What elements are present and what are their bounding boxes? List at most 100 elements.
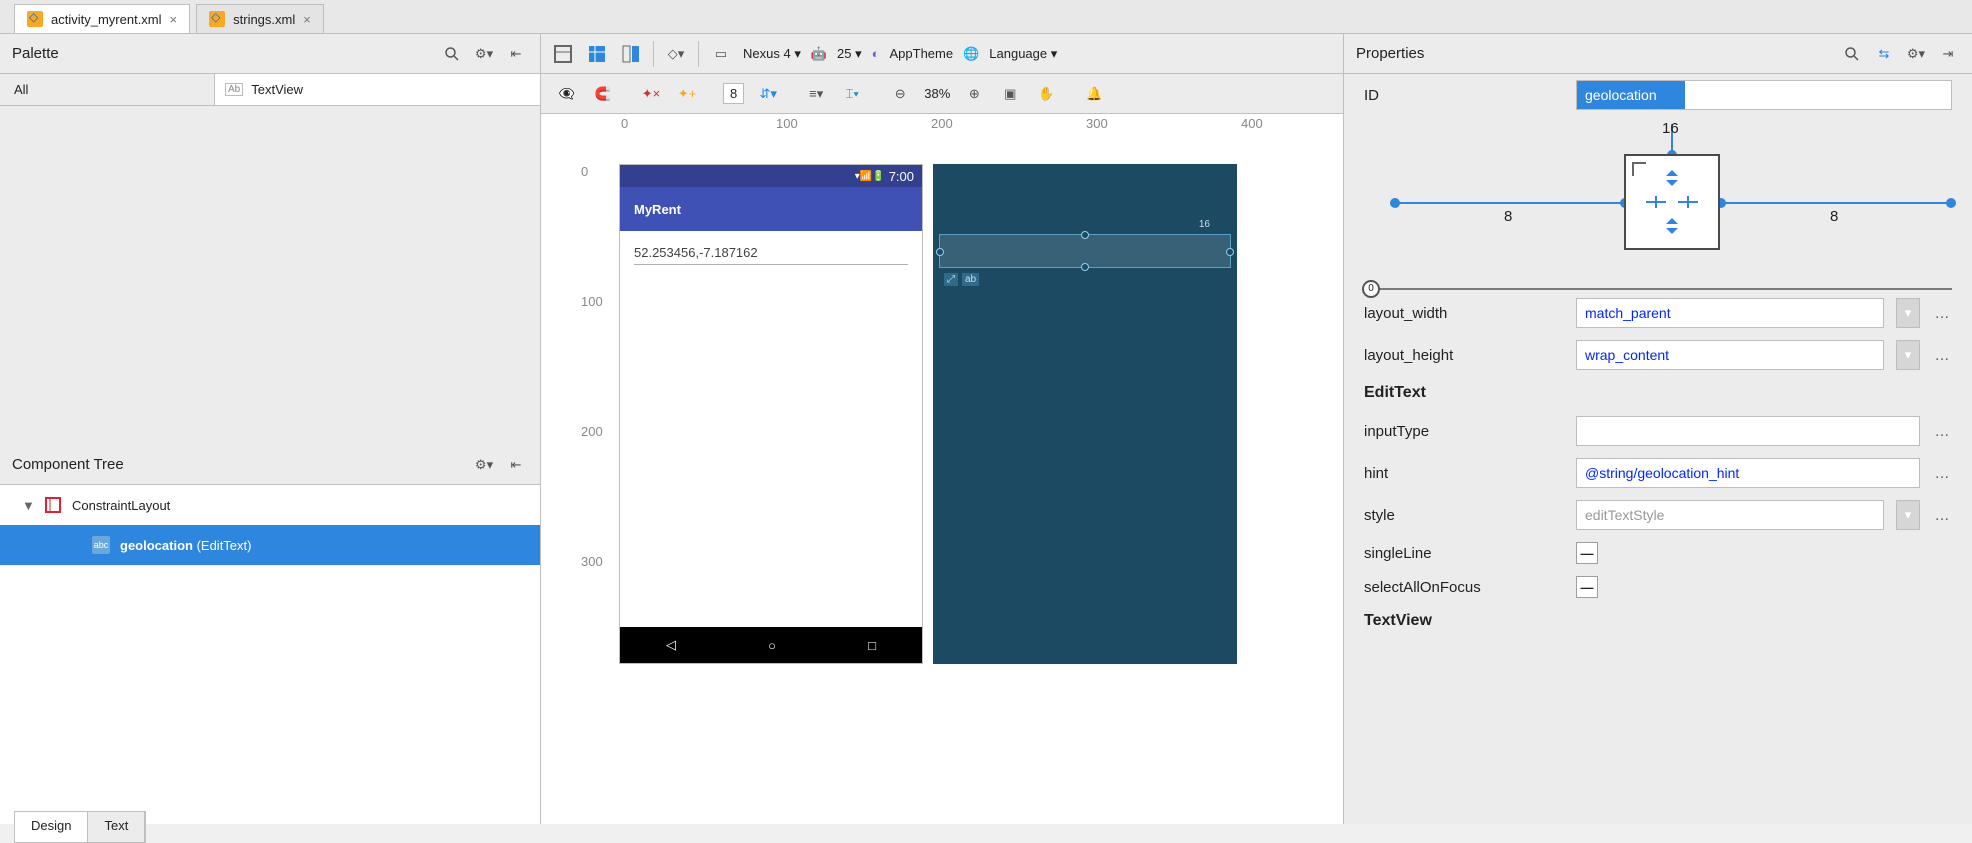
style-input[interactable]: [1576, 500, 1884, 530]
prop-label: hint: [1364, 465, 1564, 482]
more-icon[interactable]: …: [1932, 465, 1952, 482]
palette-header: Palette ⚙▾ ⇤: [0, 34, 540, 74]
prop-hint-row: hint …: [1344, 452, 1972, 494]
swap-icon[interactable]: ⇆: [1872, 42, 1896, 66]
blueprint-view-icon[interactable]: [585, 42, 609, 66]
tab-design[interactable]: Design: [15, 812, 88, 842]
layout-width-input[interactable]: [1576, 298, 1884, 328]
bp-expand-icon[interactable]: ⤢: [944, 273, 958, 286]
constraint-box-icon[interactable]: [1624, 154, 1720, 250]
autoconnect-icon[interactable]: 🧲: [591, 82, 615, 106]
hint-input[interactable]: [1576, 458, 1920, 488]
more-icon[interactable]: …: [1932, 507, 1952, 524]
canvas[interactable]: 0 100 200 300 400 0 100 200 300 ▾📶🔋 7:00…: [541, 114, 1343, 824]
file-tab-strings[interactable]: strings.xml ×: [196, 4, 324, 33]
design-view-icon[interactable]: [551, 42, 575, 66]
constraint-left-value[interactable]: 8: [1504, 208, 1512, 225]
default-margin[interactable]: 8: [723, 83, 744, 104]
prop-id-label: ID: [1364, 87, 1564, 104]
blueprint-selected-edittext[interactable]: 16 ⤢ ab: [939, 234, 1231, 268]
constraint-widget[interactable]: 16 8 8 0: [1364, 124, 1952, 284]
prop-label: singleLine: [1364, 545, 1564, 562]
zoom-in-icon[interactable]: ⊕: [962, 82, 986, 106]
device-preview[interactable]: ▾📶🔋 7:00 MyRent 52.253456,-7.187162 ◁○□: [619, 164, 923, 664]
dropdown-icon[interactable]: ▾: [1896, 340, 1920, 370]
prop-label: style: [1364, 507, 1564, 524]
file-tabs: activity_myrent.xml × strings.xml ×: [0, 0, 1972, 34]
dropdown-icon[interactable]: ▾: [1896, 298, 1920, 328]
expand-arrow-icon[interactable]: ▼: [22, 498, 34, 513]
more-icon[interactable]: …: [1932, 423, 1952, 440]
dropdown-icon[interactable]: ▾: [1896, 500, 1920, 530]
design-toolbar: ◇▾ ▭ Nexus 4 ▾ 🤖 25 ▾ ◐ AppTheme 🌐 Langu…: [541, 34, 1343, 74]
search-icon[interactable]: [1840, 42, 1864, 66]
file-tab-activity[interactable]: activity_myrent.xml ×: [14, 4, 190, 33]
layout-toolbar: 👁‍🗨 🧲 ✦× ✦+ 8 ⇵▾ ≡▾ ⌶▾ ⊖ 38% ⊕ ▣ ✋ 🔔: [541, 74, 1343, 114]
prop-style-row: style ▾ …: [1344, 494, 1972, 536]
api-selector[interactable]: 25 ▾: [837, 46, 862, 62]
palette-title: Palette: [12, 45, 59, 62]
nav-bar: ◁○□: [620, 627, 922, 663]
align-icon[interactable]: ≡▾: [804, 82, 828, 106]
gear-icon[interactable]: ⚙▾: [472, 453, 496, 477]
hide-icon[interactable]: 👁‍🗨: [555, 82, 579, 106]
constraint-top-value[interactable]: 16: [1662, 120, 1679, 137]
prop-id-input[interactable]: [1576, 80, 1952, 110]
bp-margin-label: 16: [1199, 219, 1210, 230]
collapse-icon[interactable]: ⇤: [504, 42, 528, 66]
tab-label: strings.xml: [233, 12, 295, 27]
tree-geolocation[interactable]: abc geolocation (EditText): [0, 525, 540, 565]
close-icon[interactable]: ×: [170, 12, 178, 27]
guideline-icon[interactable]: ⌶▾: [840, 82, 864, 106]
properties-title: Properties: [1356, 45, 1424, 62]
theme-selector[interactable]: AppTheme: [890, 46, 954, 61]
ruler-horizontal: 0 100 200 300 400: [601, 114, 1343, 136]
palette-item-label: TextView: [251, 82, 303, 97]
prop-label: inputType: [1364, 423, 1564, 440]
orientation-icon[interactable]: ◇▾: [664, 42, 688, 66]
prop-label: layout_width: [1364, 305, 1564, 322]
properties-panel: Properties ⇆ ⚙▾ ⇥ ID /* overlay selectio…: [1344, 34, 1972, 824]
notification-icon[interactable]: 🔔: [1082, 82, 1106, 106]
device-selector[interactable]: Nexus 4 ▾: [743, 46, 801, 62]
selectall-checkbox[interactable]: —: [1576, 576, 1598, 598]
both-view-icon[interactable]: [619, 42, 643, 66]
palette-category[interactable]: All: [0, 74, 215, 105]
preview-geolocation-field[interactable]: 52.253456,-7.187162: [634, 245, 908, 265]
status-bar: ▾📶🔋 7:00: [620, 165, 922, 187]
language-selector[interactable]: Language ▾: [989, 46, 1057, 62]
clear-constraints-icon[interactable]: ✦×: [639, 82, 663, 106]
collapse-icon[interactable]: ⇥: [1936, 42, 1960, 66]
xml-file-icon: [27, 11, 43, 27]
gear-icon[interactable]: ⚙▾: [1904, 42, 1928, 66]
singleline-checkbox[interactable]: —: [1576, 542, 1598, 564]
collapse-icon[interactable]: ⇤: [504, 453, 528, 477]
prop-layout-width-row: layout_width ▾ …: [1344, 292, 1972, 334]
zoom-out-icon[interactable]: ⊖: [888, 82, 912, 106]
edittext-icon: abc: [92, 536, 110, 554]
bp-baseline-icon[interactable]: ab: [962, 273, 979, 286]
constraint-right-value[interactable]: 8: [1830, 208, 1838, 225]
more-icon[interactable]: …: [1932, 347, 1952, 364]
search-icon[interactable]: [440, 42, 464, 66]
tab-text[interactable]: Text: [88, 812, 145, 842]
gear-icon[interactable]: ⚙▾: [472, 42, 496, 66]
left-column: Palette ⚙▾ ⇤ All Ab TextView Component T…: [0, 34, 541, 824]
zoom-fit-icon[interactable]: ▣: [998, 82, 1022, 106]
zoom-level[interactable]: 38%: [924, 86, 950, 101]
blueprint-preview[interactable]: 16 ⤢ ab: [933, 164, 1237, 664]
inputtype-input[interactable]: [1576, 416, 1920, 446]
component-tree-header: Component Tree ⚙▾ ⇤: [0, 445, 540, 485]
prop-id-row: ID: [1344, 74, 1972, 116]
layout-height-input[interactable]: [1576, 340, 1884, 370]
tree-item-name: geolocation (EditText): [120, 538, 251, 553]
pack-icon[interactable]: ⇵▾: [756, 82, 780, 106]
tree-constraintlayout[interactable]: ▼ ConstraintLayout: [0, 485, 540, 525]
more-icon[interactable]: …: [1932, 305, 1952, 322]
bias-slider-handle[interactable]: 0: [1362, 280, 1380, 298]
close-icon[interactable]: ×: [303, 12, 311, 27]
palette-empty-area: [0, 106, 540, 445]
palette-item-textview[interactable]: Ab TextView: [215, 74, 540, 105]
pan-icon[interactable]: ✋: [1034, 82, 1058, 106]
infer-constraints-icon[interactable]: ✦+: [675, 82, 699, 106]
